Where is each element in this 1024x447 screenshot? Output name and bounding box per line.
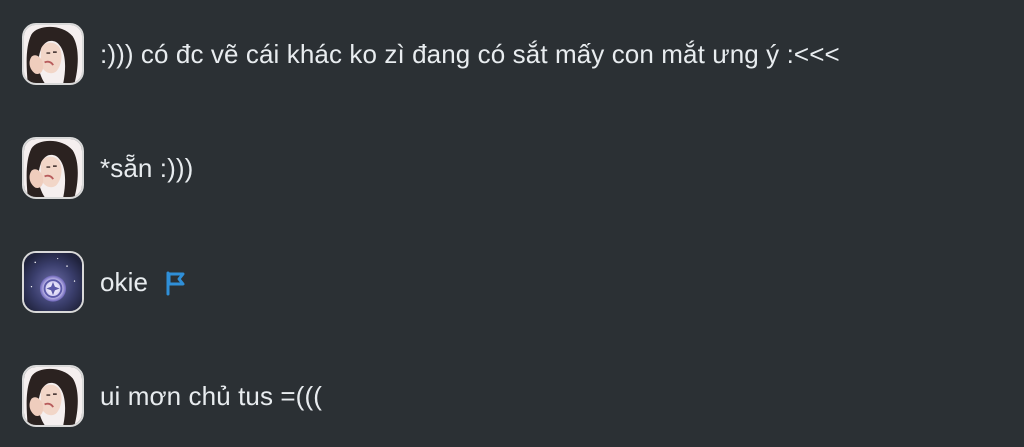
avatar[interactable] — [22, 365, 84, 427]
chat-message: okie — [22, 249, 188, 315]
chat-message: ui mơn chủ tus =((( — [22, 363, 322, 429]
avatar[interactable] — [22, 23, 84, 85]
girl-photo-avatar-icon — [24, 367, 82, 425]
message-text: :))) có đc vẽ cái khác ko zì đang có sắt… — [100, 39, 840, 69]
avatar[interactable] — [22, 251, 84, 313]
flag-icon[interactable] — [162, 270, 188, 296]
chat-message: *sẵn :))) — [22, 135, 193, 201]
girl-photo-avatar-icon — [24, 139, 82, 197]
message-text: ui mơn chủ tus =((( — [100, 381, 322, 411]
space-badge-avatar-icon — [24, 253, 82, 311]
chat-thread: :))) có đc vẽ cái khác ko zì đang có sắt… — [0, 0, 1024, 447]
message-text: okie — [100, 267, 149, 297]
girl-photo-avatar-icon — [24, 25, 82, 83]
avatar[interactable] — [22, 137, 84, 199]
chat-message: :))) có đc vẽ cái khác ko zì đang có sắt… — [22, 21, 840, 87]
message-text: *sẵn :))) — [100, 153, 194, 183]
